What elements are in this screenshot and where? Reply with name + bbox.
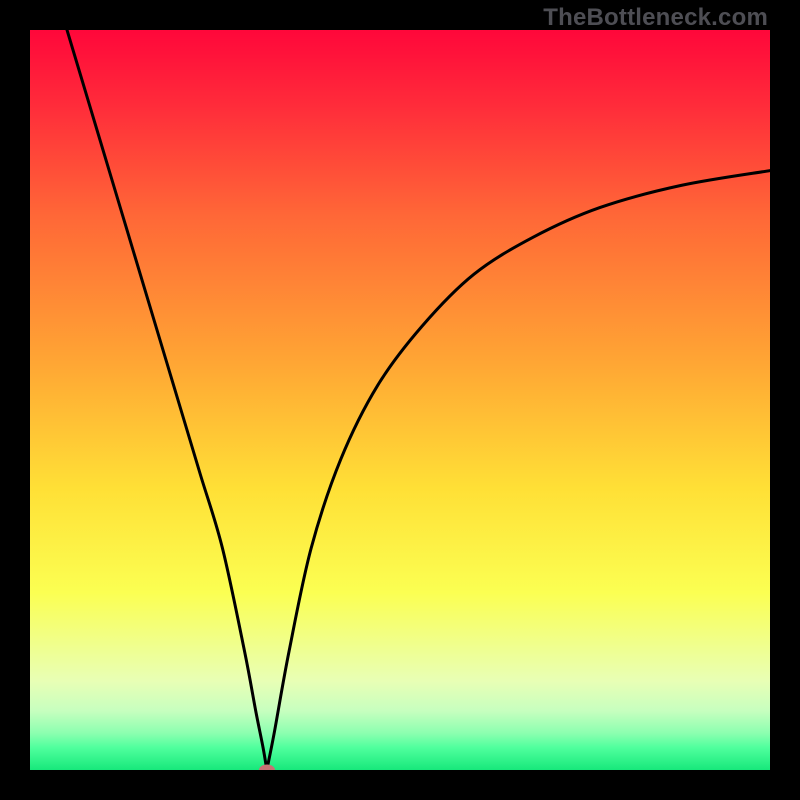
bottleneck-curve xyxy=(30,30,770,770)
vertex-marker xyxy=(259,765,275,771)
plot-area xyxy=(30,30,770,770)
watermark-text: TheBottleneck.com xyxy=(543,4,768,32)
chart-container: TheBottleneck.com xyxy=(0,0,800,800)
